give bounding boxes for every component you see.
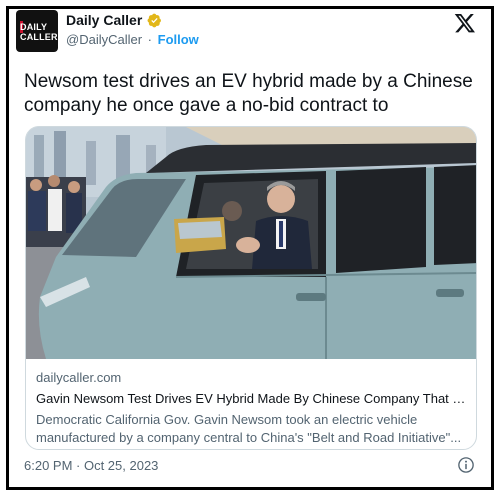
avatar[interactable]: DAILY CALLER [16,10,58,52]
info-icon[interactable] [457,456,475,474]
card-description: Democratic California Gov. Gavin Newsom … [36,412,462,445]
card-text: dailycaller.com Gavin Newsom Test Drives… [36,369,466,447]
card-domain[interactable]: dailycaller.com [36,369,466,386]
card-image[interactable] [26,127,477,359]
link-card[interactable]: dailycaller.com Gavin Newsom Test Drives… [25,126,477,450]
avatar-text-line2: CALLER [20,32,58,42]
name-row: Daily Caller [66,12,162,28]
tweet-text: Newsom test drives an EV hybrid made by … [24,71,473,116]
avatar-text-line1: DAILY [20,22,48,32]
card-title[interactable]: Gavin Newsom Test Drives EV Hybrid Made … [36,390,466,408]
display-name[interactable]: Daily Caller [66,12,142,28]
x-logo-icon[interactable] [454,12,476,34]
verified-badge-icon [147,13,162,27]
tweet-header: DAILY CALLER Daily Caller @DailyCaller ·… [16,10,476,56]
separator-dot: · [147,32,153,47]
handle[interactable]: @DailyCaller [66,32,142,47]
follow-button[interactable]: Follow [158,32,199,47]
timestamp[interactable]: 6:20 PM · Oct 25, 2023 [24,458,158,473]
handle-row: @DailyCaller · Follow [66,32,199,47]
